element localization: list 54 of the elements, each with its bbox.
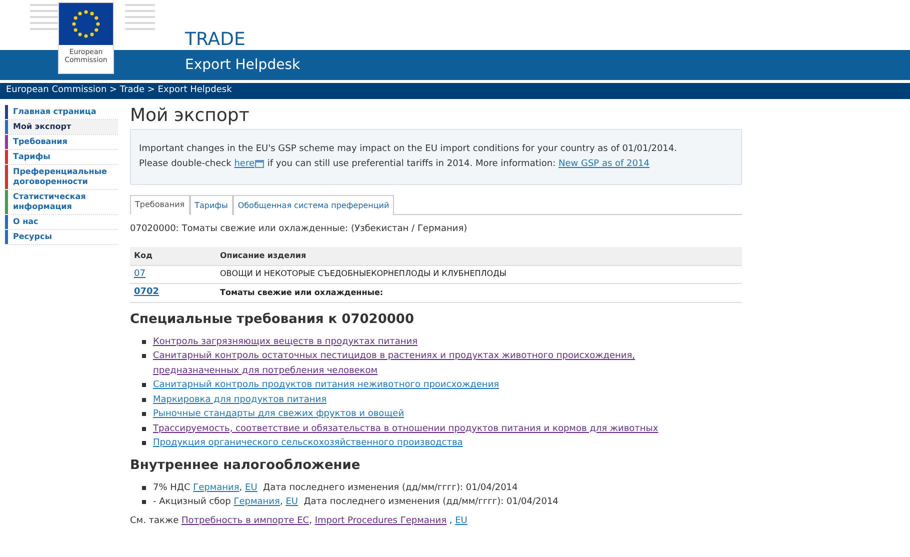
requirement-link[interactable]: Санитарный контроль остаточных пестицидов в растениях и продуктах животного происхождения, предназначенных для потребления человеком <box>153 349 693 378</box>
code-link[interactable]: 07 <box>134 268 146 278</box>
table-cell-text: Томаты свежие или охлажденные: <box>220 286 384 299</box>
code-link[interactable]: 0702 <box>134 287 160 297</box>
tab[interactable]: Обобщенная система преференций <box>232 195 394 215</box>
tax-entry: - Акцизный сбор Германия, EU Дата последнего изменения (дд/мм/гггг): 01/04/2014 <box>153 496 558 508</box>
requirement-link[interactable]: Рыночные стандарты для свежих фруктов и овощей <box>153 407 693 422</box>
link[interactable]: Германия <box>193 482 240 492</box>
page-title: Мой экспорт <box>130 105 250 127</box>
bullet-icon <box>142 398 146 402</box>
link[interactable]: EU <box>245 482 258 492</box>
see-also-text: См. также Потребность в импорте ЕС, Import Procedures Германия , EU <box>130 514 468 528</box>
bullet-icon <box>142 383 146 387</box>
requirement-link[interactable]: Продукция органического сельскохозяйственного производства <box>153 436 693 450</box>
sidebar-item[interactable]: Мой экспорт <box>8 120 118 134</box>
sidebar-item[interactable]: Преференциальные договоренности <box>8 165 118 189</box>
column-header: Описание изделия <box>220 250 308 262</box>
notice-text: Important changes in the EU's GSP scheme may impact on the EU import conditions for your country as of 01/01/2014. <box>139 143 678 156</box>
requirement-link[interactable]: Контроль загрязняющих веществ в продуктах питания <box>153 334 693 349</box>
notice-text: Please double-check here if you can still use preferential tariffs in 2014. More information: New GSP as of 2014 <box>139 158 650 171</box>
bullet-icon <box>142 340 146 344</box>
eu-flag-icon <box>59 3 113 45</box>
bullet-icon <box>142 486 146 490</box>
link[interactable]: Import Procedures Германия <box>314 516 447 526</box>
bullet-icon <box>142 500 146 504</box>
bullet-icon <box>142 412 146 416</box>
sidebar-item[interactable]: Главная страница <box>8 105 118 119</box>
bullet-icon <box>142 426 146 430</box>
link[interactable]: Потребность в импорте ЕС <box>182 516 310 526</box>
link[interactable]: New GSP as of 2014 <box>558 159 650 169</box>
section-heading: Специальные требования к 07020000 <box>130 310 416 328</box>
link[interactable]: Германия <box>234 496 280 506</box>
sidebar-item[interactable]: Статистическая информация <box>8 190 118 214</box>
link[interactable]: EU <box>286 496 298 506</box>
bullet-icon <box>142 354 146 358</box>
tax-entry: 7% НДС Германия, EU Дата последнего изменения (дд/мм/гггг): 01/04/2014 <box>153 482 518 494</box>
table-cell-text: ОВОЩИ И НЕКОТОРЫЕ СЪЕДОБНЫЕКОРНЕПЛОДЫ И КЛУБНЕПЛОДЫ <box>220 268 508 280</box>
column-header: Код <box>133 250 154 262</box>
site-subtitle: Export Helpdesk <box>185 56 300 74</box>
bullet-icon <box>142 441 146 445</box>
link[interactable]: EU <box>455 516 468 526</box>
requirement-link[interactable]: Маркировка для продуктов питания <box>153 392 693 407</box>
link[interactable]: here <box>234 159 254 169</box>
section-heading: Внутреннее налогообложение <box>130 456 362 474</box>
tab[interactable]: Требования <box>130 195 190 215</box>
site-title: TRADE <box>185 31 246 49</box>
sidebar-item[interactable]: Тарифы <box>8 150 118 164</box>
tab[interactable]: Тарифы <box>190 195 233 215</box>
requirement-link[interactable]: Трассируемость, соответствие и обязательства в отношении продуктов питания и кормов для животных <box>153 422 693 436</box>
sidebar-item[interactable]: Ресурсы <box>8 230 118 244</box>
sidebar-item[interactable]: О нас <box>8 215 118 229</box>
sidebar-item[interactable]: Требования <box>8 135 118 149</box>
product-heading: 07020000: Томаты свежие или охлажденные: (Узбекистан / Германия) <box>130 223 468 236</box>
requirement-link[interactable]: Санитарный контроль продуктов питания неживотного происхождения <box>153 378 693 392</box>
